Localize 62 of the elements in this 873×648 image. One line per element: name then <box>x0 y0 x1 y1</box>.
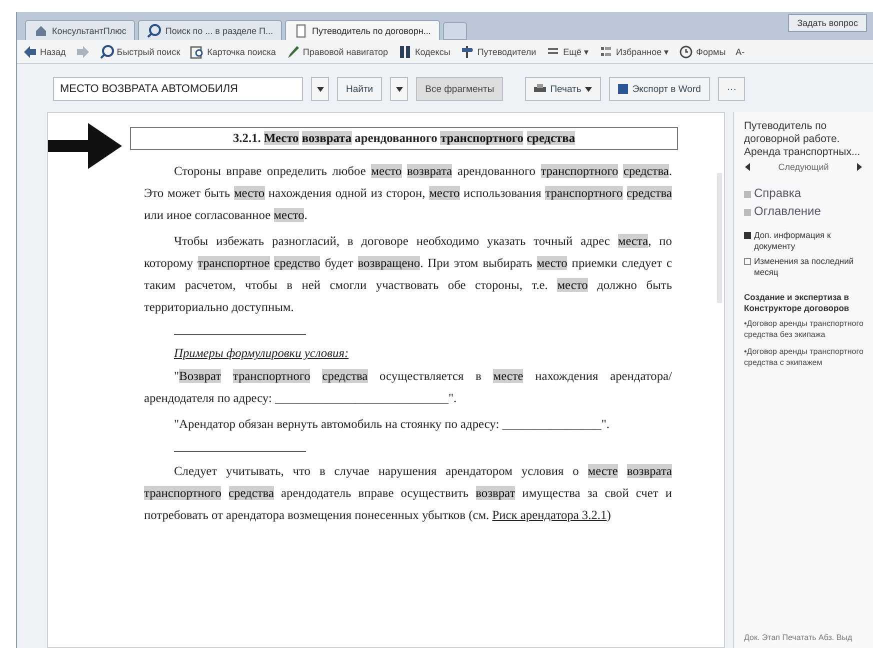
toolbar-button[interactable]: Ещё ▾ <box>546 44 590 58</box>
home-icon <box>34 24 48 38</box>
toolbar-button[interactable]: Избранное ▾ <box>599 44 670 58</box>
caret-icon <box>316 86 324 92</box>
toolbar-button[interactable]: Карточка поиска <box>190 44 276 58</box>
document-title: Путеводитель по договорной работе. Аренда транспортных... <box>744 120 862 159</box>
section-heading: 3.2.1. Место возврата арендованного транспортного средства <box>130 127 678 150</box>
more-button[interactable]: ··· <box>718 77 746 101</box>
paragraph: Стороны вправе определить любое место возврата арендованного транспортного средства. Это может быть место нахождения одной из сторон, место использования транспортного средства или иное согласованное место. <box>144 163 672 224</box>
next-result-button[interactable] <box>390 77 408 101</box>
scope-button[interactable]: Все фрагменты <box>416 77 504 101</box>
clock-icon <box>679 44 694 58</box>
dropdown-button[interactable] <box>311 77 329 101</box>
tab[interactable]: КонсультантПлюс <box>25 20 136 40</box>
sidebar-link[interactable]: Оглавление <box>754 204 821 218</box>
example-caption: Примеры формулировки условия: <box>174 345 349 362</box>
toolbar-button[interactable]: Формы <box>679 44 726 58</box>
caret-icon <box>396 86 403 92</box>
search-field[interactable]: МЕСТО ВОЗВРАТА АВТОМОБИЛЯ <box>53 77 303 101</box>
sidebar-link[interactable]: Доп. информация к документу <box>754 230 869 252</box>
back-arrow-icon <box>23 44 37 58</box>
sidebar-link[interactable]: Справка <box>754 186 802 200</box>
print-button[interactable]: Печать <box>525 77 602 101</box>
sidebar-link[interactable]: •Договор аренды транспортного средства без экипажа <box>744 318 869 340</box>
forward-arrow-icon <box>76 44 90 58</box>
signpost-icon <box>460 44 474 58</box>
document-icon <box>294 24 308 38</box>
paragraph: Следует учитывать, что в случае нарушения арендатором условия о месте возврата транспортного средства арендодатель вправе осуществить возврат имущества за свой счет и потребовать от арендатора возмещения понесенных убытков (см. Риск арендатора 3.2.1) <box>144 463 672 524</box>
ask-question-button[interactable]: Задать вопрос <box>788 14 867 32</box>
section-title: Создание и экспертиза в Конструкторе договоров <box>744 292 850 314</box>
arrow-icon <box>48 123 122 169</box>
toolbar-button[interactable]: Правовой навигатор <box>286 44 388 58</box>
square-icon <box>744 190 751 198</box>
toolbar-button[interactable]: Путеводители <box>460 44 536 58</box>
book-icon <box>398 44 412 58</box>
paragraph: Чтобы избежать разногласий, в договоре необходимо указать точный адрес места, по которому транспортное средство будет возвращено. При этом выбирать место приемки следует с таким расчетом, чтобы в ней смогли участвовать обе стороны, т.е. место должно быть территориально доступным. <box>144 233 672 316</box>
tab[interactable]: Поиск по ... в разделе П... <box>138 20 282 40</box>
word-icon <box>618 84 628 94</box>
toolbar-button[interactable]: Быстрый поиск <box>100 44 180 58</box>
paragraph: "Возврат транспортного средства осуществляется в месте нахождения арендатора/арендодателя по адресу: ____________________________". <box>144 368 672 407</box>
list-icon <box>599 44 614 58</box>
printer-icon <box>534 84 546 94</box>
export-button[interactable]: Экспорт в Word <box>609 77 710 101</box>
next-link[interactable]: Следующий <box>778 162 829 172</box>
next-icon[interactable] <box>855 163 863 171</box>
tab[interactable]: Путеводитель по договорн... <box>285 20 440 40</box>
toolbar-button[interactable]: Кодексы <box>398 44 450 58</box>
square-icon <box>744 232 751 239</box>
caret-icon <box>585 86 592 92</box>
square-icon <box>744 208 751 216</box>
pen-icon <box>286 44 300 58</box>
sidebar-link[interactable]: Изменения за последний месяц <box>754 256 869 278</box>
toolbar-button[interactable]: A- <box>736 46 745 56</box>
paragraph: "Арендатор обязан вернуть автомобиль на стоянку по адресу: ________________". <box>173 416 611 433</box>
find-button[interactable]: Найти <box>337 77 382 101</box>
square-icon <box>744 258 751 265</box>
scrollbar[interactable] <box>717 173 722 303</box>
toolbar-button[interactable]: Назад <box>23 44 66 58</box>
status-text: Док. Этап Печатать Абз. Выд <box>744 632 854 644</box>
previous-icon[interactable] <box>744 163 752 171</box>
sidebar-link[interactable]: •Договор аренды транспортного средства с экипажем <box>744 346 869 368</box>
link[interactable]: Риск арендатора 3.2.1 <box>492 508 607 522</box>
